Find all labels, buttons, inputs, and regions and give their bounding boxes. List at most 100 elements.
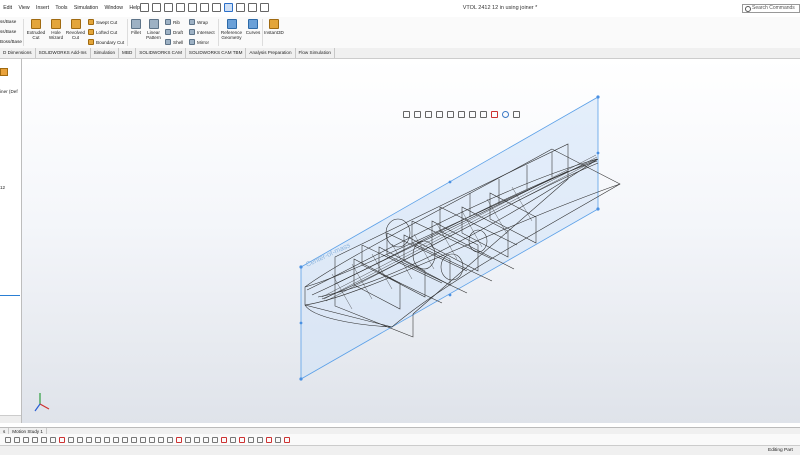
contact-icon[interactable] (158, 436, 164, 443)
settings-icon[interactable] (248, 436, 254, 443)
linear-pattern-icon (148, 19, 159, 29)
boundary-cut-icon (88, 39, 94, 45)
results-icon[interactable] (176, 436, 182, 443)
graphics-area[interactable]: Center-of-mass (22, 59, 800, 423)
tab-simulation[interactable]: Simulation (91, 48, 120, 58)
key-icon[interactable] (203, 436, 209, 443)
arrow-icon[interactable] (41, 436, 47, 443)
plot-icon[interactable] (230, 436, 236, 443)
delete-icon[interactable] (266, 436, 272, 443)
spring-icon[interactable] (131, 436, 137, 443)
wrap-icon (189, 19, 195, 25)
document-title: VTOL 2412 12 in using joiner * (462, 5, 538, 11)
curves-button[interactable]: Curves (244, 19, 262, 35)
damper-icon[interactable] (140, 436, 146, 443)
feature-manager-icon[interactable] (0, 68, 8, 76)
extruded-cut-button[interactable]: Extruded Cut (26, 19, 46, 40)
ribbon-divider (127, 19, 128, 46)
tab-mbd[interactable]: MBD (119, 48, 137, 58)
light-icon[interactable] (104, 436, 110, 443)
feature-manager-panel: iner (Def 12 (0, 59, 22, 423)
mate-icon[interactable] (113, 436, 119, 443)
tab-add-ins[interactable]: SOLIDWORKS Add-Ins (36, 48, 91, 58)
boss-base-partial-1[interactable]: ss/Base (0, 19, 16, 24)
command-manager-ribbon: ss/Base ss/Base Boss/Base Extruded Cut H… (0, 17, 800, 49)
boss-base-partial-3[interactable]: Boss/Base (0, 39, 22, 44)
search-commands-input[interactable]: Search Commands (742, 4, 800, 13)
reference-geometry-button[interactable]: Reference Geometry (220, 19, 243, 40)
curves-icon (248, 19, 258, 29)
loop-icon[interactable] (86, 436, 92, 443)
revolved-cut-icon (70, 19, 81, 29)
record-icon[interactable] (59, 436, 65, 443)
part-model-3d[interactable]: Center-of-mass (22, 59, 800, 423)
motor-icon[interactable] (122, 436, 128, 443)
mirror-button[interactable]: Mirror (189, 39, 209, 45)
search-placeholder: Search Commands (752, 5, 795, 11)
link-icon[interactable] (50, 436, 56, 443)
boundary-cut-button[interactable]: Boundary Cut (88, 39, 124, 45)
shell-button[interactable]: Shell (165, 39, 183, 45)
instant3d-icon (269, 19, 279, 29)
draft-icon (165, 29, 171, 35)
force-icon[interactable] (149, 436, 155, 443)
boss-base-partial-2[interactable]: ss/Base (0, 29, 16, 34)
swept-cut-icon (88, 19, 94, 25)
lofted-cut-button[interactable]: Lofted Cut (88, 29, 117, 35)
menu-bar: Edit View Insert Tools Simulation Window… (0, 0, 800, 18)
linear-pattern-button[interactable]: Linear Pattern (144, 19, 163, 40)
ribbon-divider (23, 19, 24, 46)
camera-icon[interactable] (95, 436, 101, 443)
zoom-timeline-icon[interactable] (194, 436, 200, 443)
reference-geometry-icon (226, 19, 237, 29)
tab-cam-tbm[interactable]: SOLIDWORKS CAM TBM (186, 48, 247, 58)
fillet-button[interactable]: Fillet (129, 19, 143, 35)
tree-item-part[interactable]: iner (Def (0, 89, 18, 94)
command-manager-tabs: D Dimensions SOLIDWORKS Add-Ins Simulati… (0, 48, 800, 59)
hole-wizard-button[interactable]: Hole Wizard (47, 19, 65, 40)
warning-icon[interactable] (284, 436, 290, 443)
wrap-button[interactable]: Wrap (189, 19, 208, 25)
play-icon[interactable] (68, 436, 74, 443)
rib-icon (165, 19, 171, 25)
tab-flow-simulation[interactable]: Flow Simulation (296, 48, 335, 58)
rotate-icon[interactable] (5, 436, 11, 443)
intersect-button[interactable]: Intersect (189, 29, 215, 35)
hole-wizard-icon (51, 19, 61, 29)
search-icon (745, 6, 751, 12)
rib-button[interactable]: Rib (165, 19, 180, 25)
lofted-cut-icon (88, 29, 94, 35)
ribbon-divider (218, 19, 219, 46)
stop-icon[interactable] (77, 436, 83, 443)
expand-icon[interactable] (275, 436, 281, 443)
filter-icon[interactable] (185, 436, 191, 443)
pan-icon[interactable] (14, 436, 20, 443)
tab-cam[interactable]: SOLIDWORKS CAM (136, 48, 186, 58)
box-icon[interactable] (32, 436, 38, 443)
status-bar: Editing Part (0, 446, 800, 455)
horizontal-scrollbar[interactable] (0, 415, 21, 423)
swept-cut-button[interactable]: Swept Cut (88, 19, 117, 25)
instant3d-button[interactable]: Instant3D (264, 19, 284, 35)
bottom-toolbar (0, 434, 800, 446)
tab-dimensions[interactable]: D Dimensions (0, 48, 36, 58)
fillet-icon (131, 19, 141, 29)
status-editing-part: Editing Part (768, 448, 793, 453)
calc-icon[interactable] (212, 436, 218, 443)
revolved-cut-button[interactable]: Revolved Cut (65, 19, 86, 40)
shell-icon (165, 39, 171, 45)
gravity-icon[interactable] (167, 436, 173, 443)
tree-item-sketch[interactable]: 12 (0, 185, 5, 190)
save-animation-icon[interactable] (239, 436, 245, 443)
rollback-bar[interactable] (0, 295, 20, 296)
selected-plane[interactable] (300, 96, 599, 380)
keypoint-icon[interactable] (221, 436, 227, 443)
coordinate-triad (34, 393, 50, 412)
zoom-icon[interactable] (23, 436, 29, 443)
info-icon[interactable] (257, 436, 263, 443)
intersect-icon (189, 29, 195, 35)
tab-analysis-preparation[interactable]: Analysis Preparation (246, 48, 296, 58)
ribbon-divider (262, 19, 263, 46)
extruded-cut-icon (31, 19, 41, 29)
draft-button[interactable]: Draft (165, 29, 183, 35)
